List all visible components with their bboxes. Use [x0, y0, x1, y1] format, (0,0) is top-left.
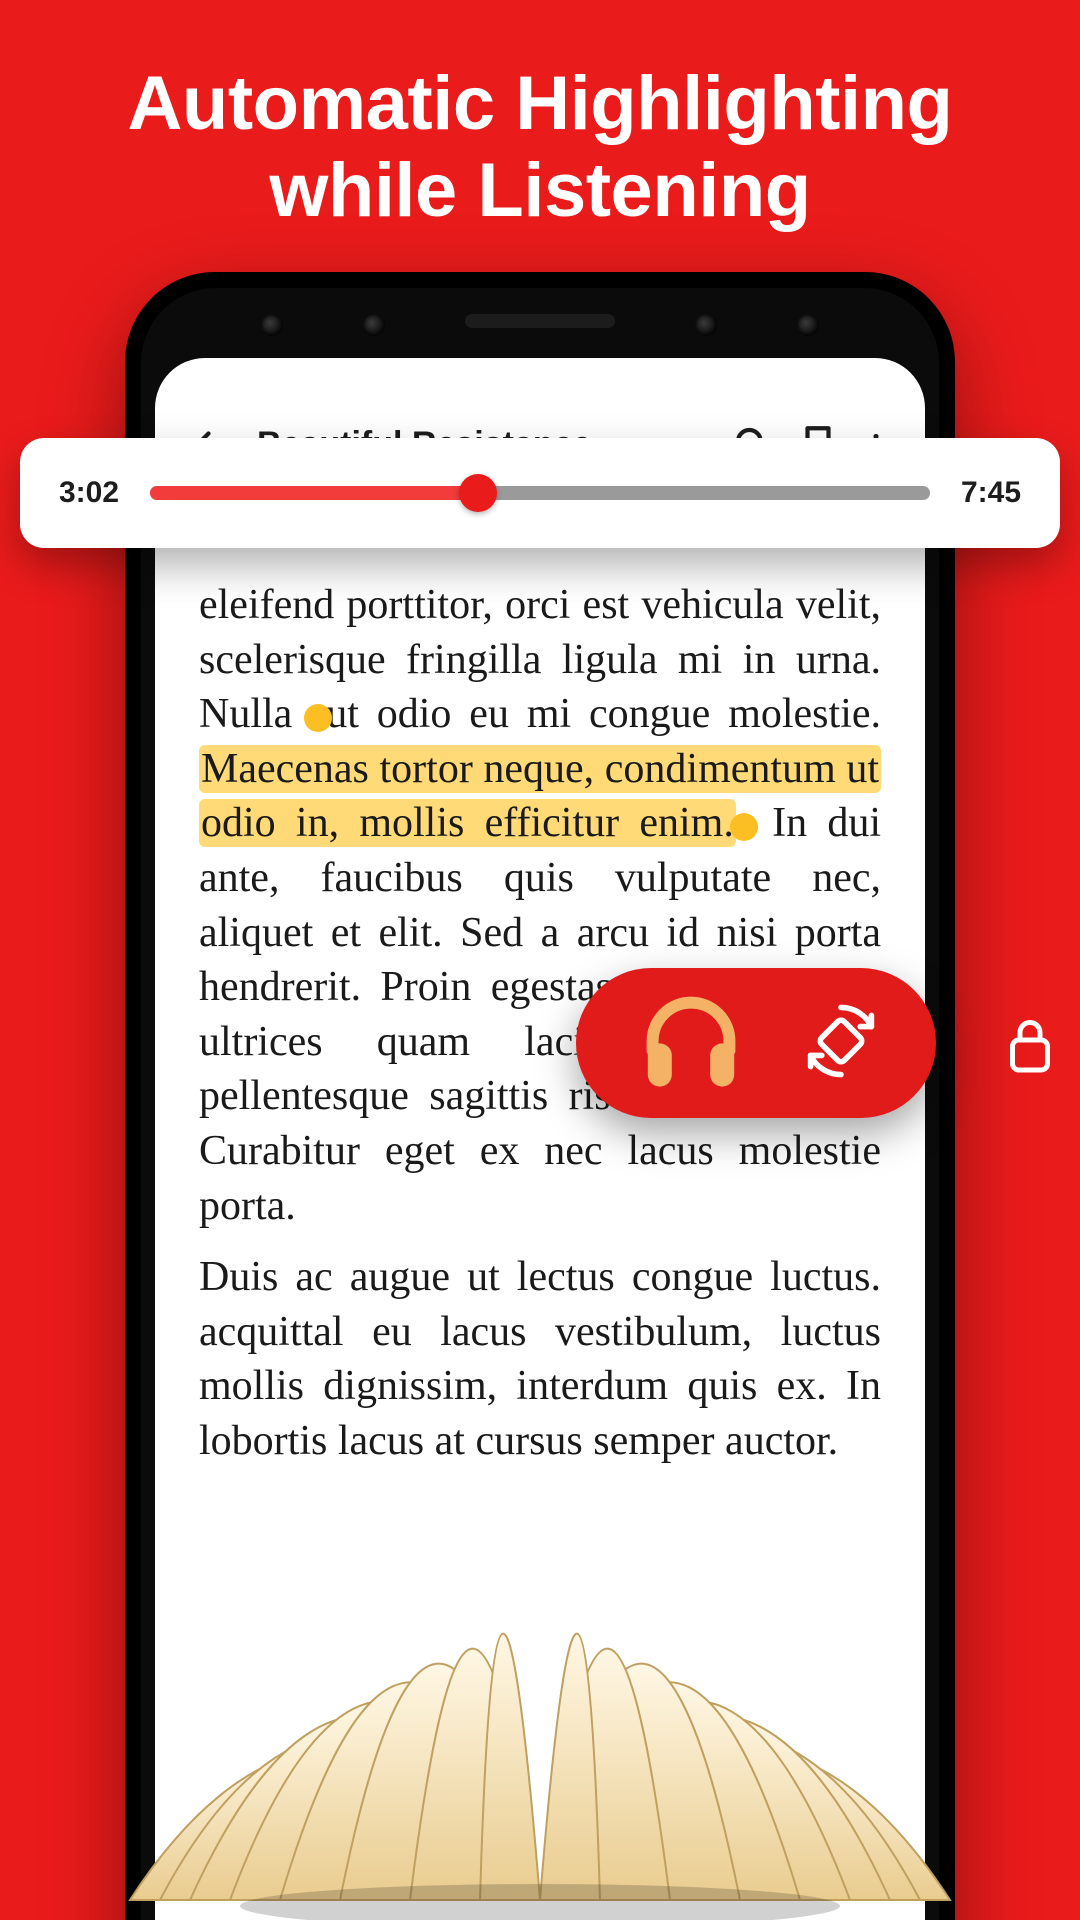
- lock-button[interactable]: [980, 990, 1080, 1100]
- headphones-icon[interactable]: [631, 981, 751, 1106]
- auto-rotate-icon[interactable]: [801, 1001, 881, 1086]
- highlight-end-handle[interactable]: [730, 813, 758, 841]
- audio-seekbar[interactable]: [150, 486, 930, 500]
- paragraph-2: Duis ac augue ut lectus congue luctus. a…: [199, 1250, 881, 1468]
- audio-progress-card: 3:02 7:45: [20, 438, 1060, 548]
- seekbar-fill: [150, 486, 478, 500]
- seekbar-thumb[interactable]: [459, 474, 497, 512]
- headline-line-1: Automatic Highlighting: [40, 60, 1040, 147]
- phone-sensors: [141, 314, 939, 336]
- phone-screen: Beautiful Resistance: [155, 358, 925, 1920]
- headline-line-2: while Listening: [40, 147, 1040, 234]
- promo-headline: Automatic Highlighting while Listening: [0, 60, 1080, 235]
- highlight-start-handle[interactable]: [304, 704, 332, 732]
- listen-fab-pill: [576, 968, 936, 1118]
- elapsed-time: 3:02: [54, 476, 124, 510]
- total-time: 7:45: [956, 476, 1026, 510]
- paragraph-1: eleifend porttitor, orci est vehicula ve…: [199, 578, 881, 1233]
- reader-content[interactable]: eleifend porttitor, orci est vehicula ve…: [199, 578, 881, 1920]
